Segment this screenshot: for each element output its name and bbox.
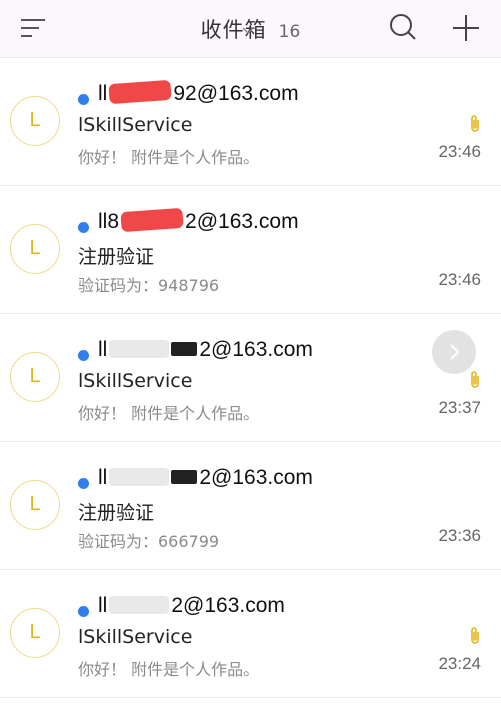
- mail-time: 23:36: [438, 526, 481, 545]
- sender-suffix: 2@163.com: [185, 210, 299, 233]
- sender-prefix: ll: [98, 338, 108, 361]
- unread-dot: [78, 606, 89, 617]
- paperclip-icon: [471, 115, 479, 132]
- redaction-mark: [109, 596, 170, 614]
- paperclip-icon: [471, 371, 479, 388]
- redaction-mark: [109, 340, 170, 358]
- sender-address: ll 2@163.com: [98, 466, 313, 490]
- sender-suffix: 2@163.com: [171, 594, 285, 617]
- mail-item[interactable]: L ll 2@163.com lSkillService 你好！ 附件是个人作品。…: [0, 314, 501, 442]
- mail-subject: lSkillService: [78, 114, 193, 136]
- sender-prefix: ll: [98, 82, 108, 105]
- chevron-right-icon: [450, 344, 460, 360]
- mail-preview: 验证码为：948796: [78, 276, 220, 295]
- avatar: L: [10, 352, 60, 402]
- mail-item[interactable]: L ll 2@163.com 注册验证 验证码为：666799 23:36: [0, 442, 501, 570]
- mail-subject: lSkillService: [78, 370, 193, 392]
- sender-suffix: 2@163.com: [199, 338, 313, 361]
- mail-time: 23:37: [438, 398, 481, 417]
- mail-subject: 注册验证: [78, 246, 155, 268]
- redaction-mark: [120, 207, 184, 233]
- avatar: L: [10, 608, 60, 658]
- paperclip-icon: [471, 627, 479, 644]
- sender-suffix: 92@163.com: [173, 82, 299, 105]
- search-icon[interactable]: [387, 12, 419, 44]
- unread-dot: [78, 222, 89, 233]
- sender-address: ll 2@163.com: [98, 594, 285, 618]
- unread-dot: [78, 350, 89, 361]
- mail-item[interactable]: L ll 92@163.com lSkillService 你好！ 附件是个人作品…: [0, 58, 501, 186]
- mail-preview: 你好！ 附件是个人作品。: [78, 404, 260, 423]
- mail-list: L ll 92@163.com lSkillService 你好！ 附件是个人作品…: [0, 58, 501, 698]
- mail-time: 23:46: [438, 142, 481, 161]
- mail-item[interactable]: L ll 2@163.com lSkillService 你好！ 附件是个人作品。…: [0, 570, 501, 698]
- unread-dot: [78, 94, 89, 105]
- swipe-action-button[interactable]: [432, 330, 476, 374]
- sender-prefix: ll: [98, 466, 108, 489]
- mail-preview: 你好！ 附件是个人作品。: [78, 148, 260, 167]
- top-bar: 收件箱 16: [0, 0, 501, 58]
- avatar: L: [10, 224, 60, 274]
- mail-preview: 你好！ 附件是个人作品。: [78, 660, 260, 679]
- unread-dot: [78, 478, 89, 489]
- redaction-mark: [109, 468, 170, 486]
- sender-prefix: ll: [98, 594, 108, 617]
- chevron-down-icon: [242, 27, 254, 35]
- mail-time: 23:46: [438, 270, 481, 289]
- redaction-mark: [171, 342, 198, 356]
- sender-prefix: ll8: [98, 210, 120, 233]
- sender-address: ll 2@163.com: [98, 338, 313, 362]
- sender-suffix: 2@163.com: [199, 466, 313, 489]
- avatar: L: [10, 96, 60, 146]
- avatar: L: [10, 480, 60, 530]
- sender-address: ll8 2@163.com: [98, 207, 299, 234]
- mail-time: 23:24: [438, 654, 481, 673]
- page-title: 收件箱: [200, 18, 267, 42]
- redaction-mark: [108, 79, 172, 105]
- redaction-mark: [171, 470, 198, 484]
- mail-subject: 注册验证: [78, 502, 155, 524]
- mail-subject: lSkillService: [78, 626, 193, 648]
- sender-address: ll 92@163.com: [98, 79, 299, 106]
- plus-icon[interactable]: [450, 12, 482, 44]
- mail-item[interactable]: L ll8 2@163.com 注册验证 验证码为：948796 23:46: [0, 186, 501, 314]
- unread-count: 16: [278, 22, 301, 42]
- mail-preview: 验证码为：666799: [78, 532, 220, 551]
